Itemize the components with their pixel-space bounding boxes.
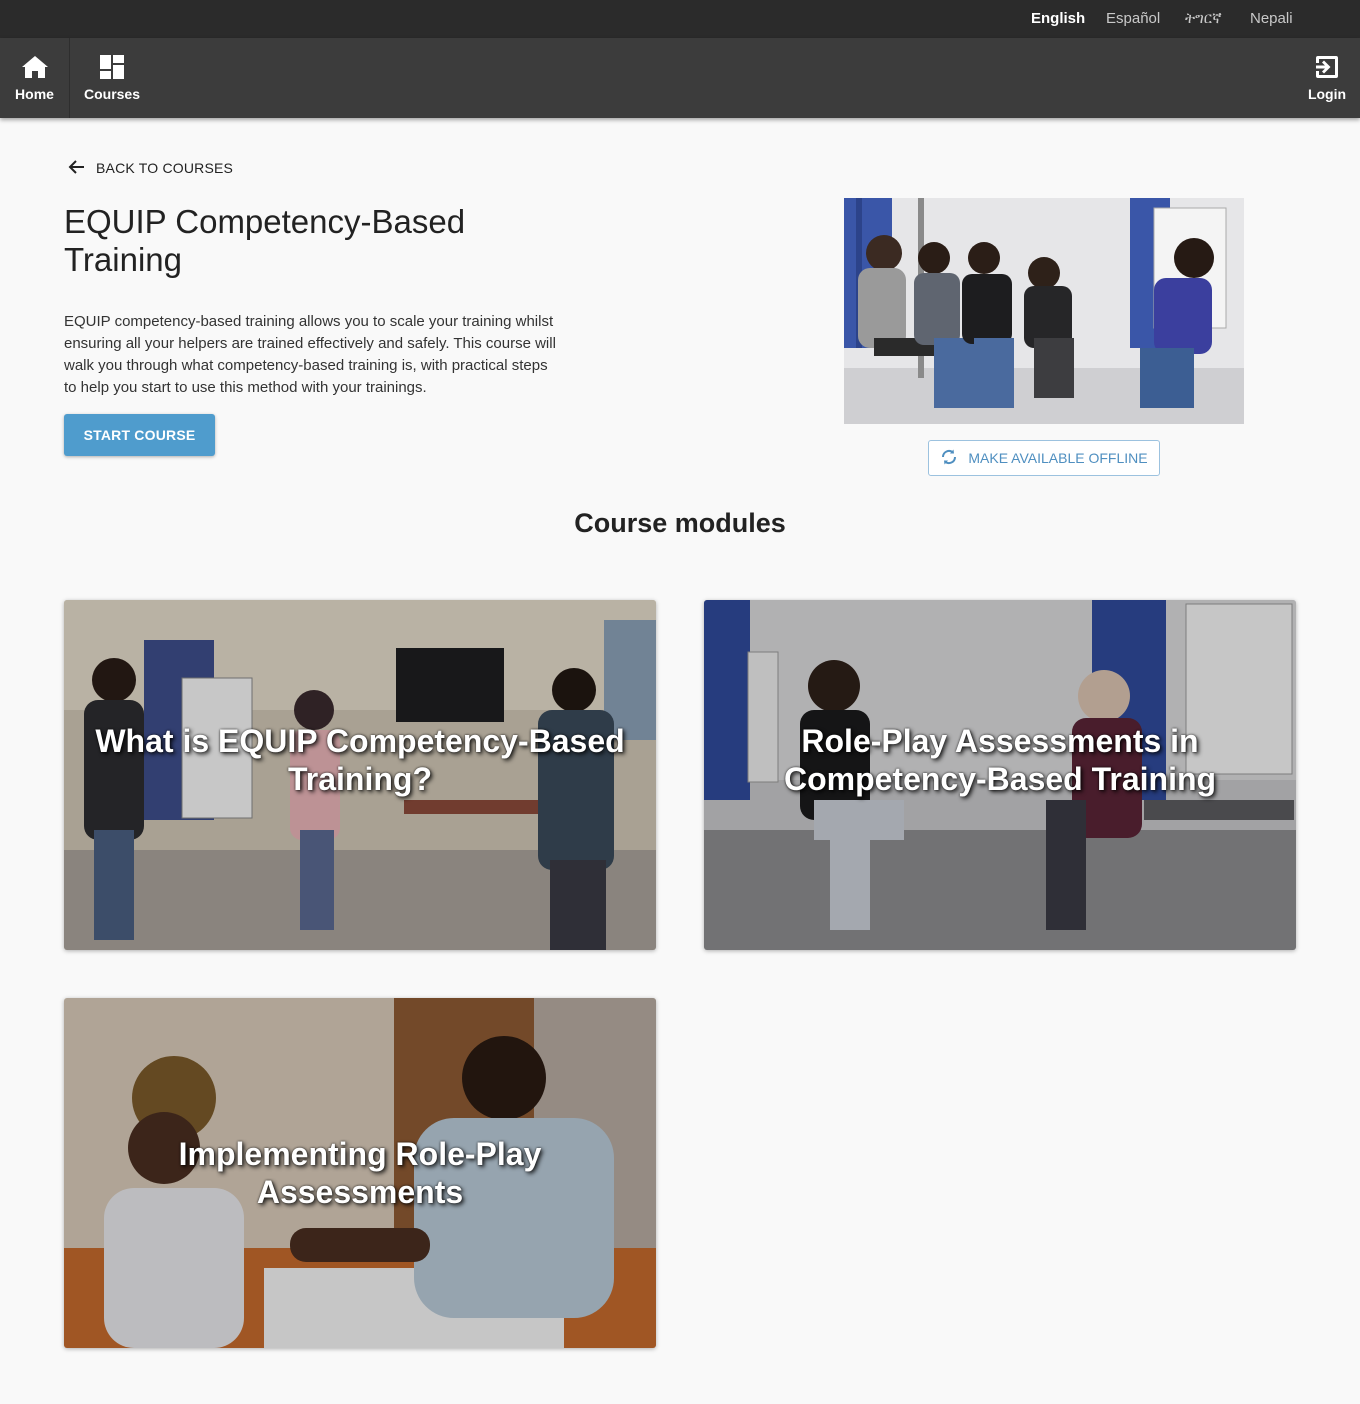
nav-login[interactable]: Login <box>1294 38 1360 118</box>
module-1-title: What is EQUIP Competency-Based Training? <box>95 723 625 797</box>
nav-home[interactable]: Home <box>0 38 70 118</box>
nav-login-label: Login <box>1307 86 1347 102</box>
course-hero-image <box>844 198 1244 424</box>
home-icon <box>21 54 49 80</box>
course-modules-heading: Course modules <box>574 508 786 538</box>
language-english[interactable]: English <box>1031 10 1085 27</box>
module-2-title: Role-Play Assessments in Competency-Base… <box>783 723 1217 797</box>
module-card-implementing-role-play[interactable]: Implementing Role-Play Assessments <box>64 998 656 1348</box>
nav-home-label: Home <box>15 86 54 102</box>
back-to-courses-label: BACK TO COURSES <box>96 160 234 176</box>
arrow-left-icon <box>68 159 96 178</box>
make-available-offline-button[interactable]: MAKE AVAILABLE OFFLINE <box>928 440 1160 476</box>
module-card-what-is-equip[interactable]: What is EQUIP Competency-Based Training? <box>64 600 656 950</box>
module-3-title: Implementing Role-Play Assessments <box>178 1136 542 1210</box>
start-course-button[interactable]: START COURSE <box>64 414 215 456</box>
course-description: EQUIP competency-based training allows y… <box>64 313 556 396</box>
language-bar: English Español ትግርኛ Nepali <box>0 0 1360 38</box>
language-nepali[interactable]: Nepali <box>1250 10 1293 27</box>
main-navbar: Home Courses Login <box>0 38 1360 118</box>
language-espanol[interactable]: Español <box>1106 10 1160 27</box>
course-title: EQUIP Competency-Based Training <box>64 203 466 278</box>
nav-courses[interactable]: Courses <box>71 38 153 118</box>
make-available-offline-label: MAKE AVAILABLE OFFLINE <box>968 450 1148 466</box>
dashboard-icon <box>99 54 125 80</box>
sync-icon <box>940 448 968 469</box>
back-to-courses-link[interactable]: BACK TO COURSES <box>68 158 233 178</box>
language-tigrinya[interactable]: ትግርኛ <box>1185 10 1222 27</box>
module-card-role-play-assessments[interactable]: Role-Play Assessments in Competency-Base… <box>704 600 1296 950</box>
nav-courses-label: Courses <box>83 86 141 102</box>
login-icon <box>1314 54 1340 80</box>
